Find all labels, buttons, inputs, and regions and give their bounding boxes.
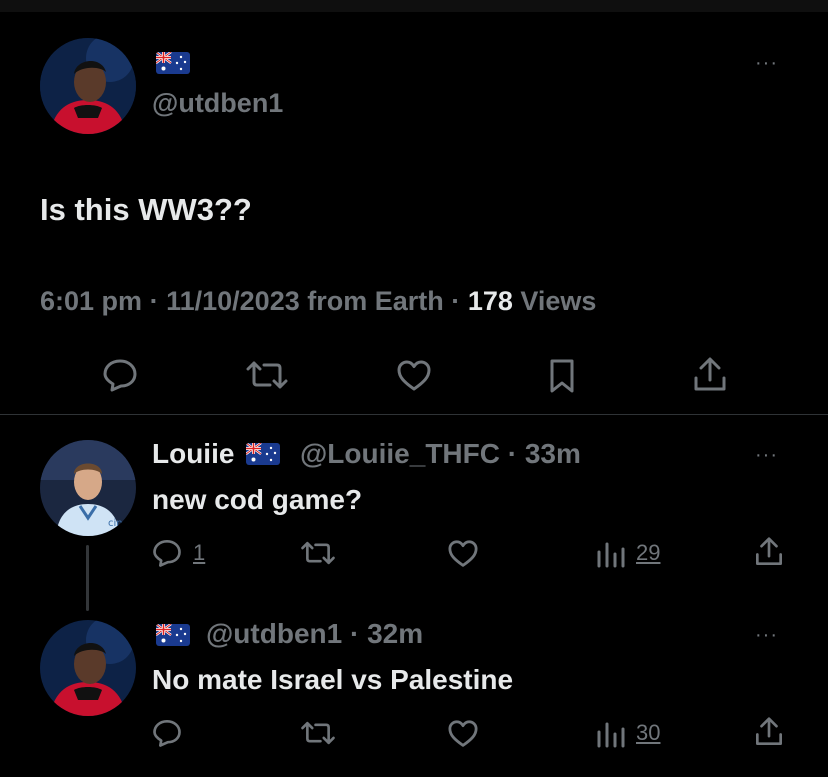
- separator: ·: [451, 286, 461, 316]
- thread-line: [86, 545, 89, 611]
- avatar[interactable]: [40, 620, 136, 716]
- reply-time[interactable]: 33m: [525, 438, 581, 469]
- tweet-time[interactable]: 6:01 pm: [40, 286, 142, 316]
- like-icon[interactable]: [396, 360, 432, 392]
- tweet-date[interactable]: 11/10/2023: [166, 286, 300, 316]
- views-count[interactable]: 29: [636, 540, 660, 566]
- bookmark-icon[interactable]: [548, 358, 576, 394]
- views-label: Views: [520, 286, 597, 316]
- author-handle[interactable]: @utdben1: [152, 88, 283, 119]
- avatar[interactable]: cin: [40, 440, 136, 536]
- reply-text: No mate Israel vs Palestine: [152, 664, 514, 695]
- share-icon[interactable]: [754, 716, 784, 748]
- more-options-icon[interactable]: ···: [755, 53, 778, 73]
- reply-header: @utdben1 · 32m: [206, 618, 423, 650]
- separator: ·: [507, 438, 518, 469]
- reply-icon[interactable]: [152, 538, 182, 568]
- tweet-source: from Earth: [307, 286, 444, 316]
- svg-text:cin: cin: [108, 518, 123, 529]
- avatar[interactable]: [40, 38, 136, 134]
- retweet-icon[interactable]: [300, 720, 336, 746]
- reply-text: new cod game?: [152, 484, 363, 515]
- tweet-text: Is this WW3??: [40, 192, 252, 227]
- tweet-meta: 6:01 pm · 11/10/2023 from Earth · 178 Vi…: [40, 286, 596, 317]
- australia-flag-icon: [156, 624, 190, 646]
- australia-flag-icon: [246, 443, 280, 465]
- reply-count[interactable]: 1: [193, 540, 205, 566]
- reply-handle[interactable]: @Louiie_THFC: [300, 438, 500, 469]
- top-bar: [0, 0, 828, 12]
- retweet-icon[interactable]: [245, 360, 289, 390]
- share-icon[interactable]: [754, 536, 784, 568]
- views-count: 178: [467, 286, 513, 316]
- reply-header: @Louiie_THFC · 33m: [300, 438, 581, 470]
- like-icon[interactable]: [447, 720, 479, 748]
- divider: [0, 414, 828, 415]
- views-icon[interactable]: [596, 540, 626, 568]
- retweet-icon[interactable]: [300, 540, 336, 566]
- views-icon[interactable]: [596, 720, 626, 748]
- more-options-icon[interactable]: ···: [755, 445, 778, 465]
- like-icon[interactable]: [447, 540, 479, 568]
- separator: ·: [349, 618, 360, 649]
- reply-handle[interactable]: @utdben1: [206, 618, 342, 649]
- separator: ·: [149, 286, 159, 316]
- australia-flag-icon: [156, 52, 190, 74]
- reply-time[interactable]: 32m: [367, 618, 423, 649]
- more-options-icon[interactable]: ···: [755, 625, 778, 645]
- reply-icon[interactable]: [152, 718, 182, 748]
- views-count[interactable]: 30: [636, 720, 660, 746]
- share-icon[interactable]: [692, 356, 728, 394]
- display-name[interactable]: Louiie: [152, 438, 234, 470]
- reply-icon[interactable]: [102, 358, 138, 392]
